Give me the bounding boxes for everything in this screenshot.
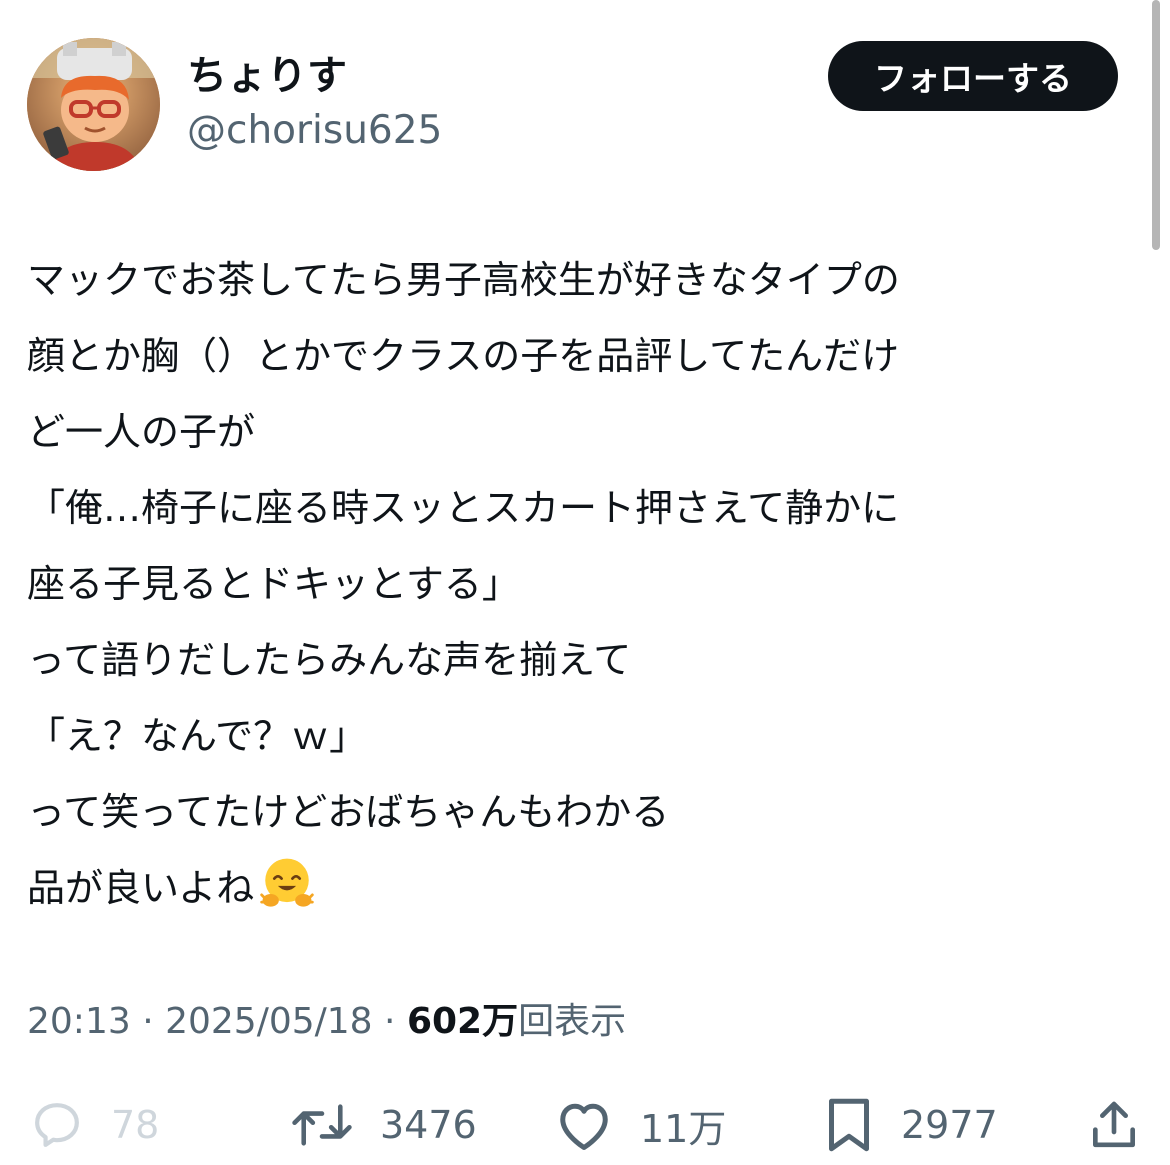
bookmark-icon [829,1098,869,1152]
tweet-line: って語りだしたらみんな声を揃えて [27,638,632,682]
avatar-icon [27,38,160,171]
action-bar: 78 3476 11万 2977 [0,1090,1170,1160]
share-button[interactable] [1086,1090,1142,1160]
retweet-count: 3476 [380,1103,477,1147]
scrollbar[interactable] [1152,0,1160,250]
bookmark-count: 2977 [901,1103,998,1147]
tweet-meta: 20:13 · 2025/05/18 · 602万回表示 [27,996,626,1048]
reply-icon [35,1103,79,1147]
like-button[interactable]: 11万 [554,1090,726,1160]
like-count: 11万 [640,1106,727,1151]
hugging-face-emoji [260,858,314,907]
views-label: 回表示 [518,1001,627,1042]
tweet-line: って笑ってたけどおばちゃんもわかる [27,790,670,834]
retweet-button[interactable]: 3476 [290,1090,477,1160]
tweet-line-last: 品が良いよね [27,850,1147,926]
tweet-line: 座る子見るとドキッとする」 [27,562,520,606]
views-count: 602万 [406,1001,519,1042]
share-icon [1093,1101,1135,1148]
tweet-line: 「え？なんで？ｗ」 [27,714,368,758]
tweet-line: ど一人の子が [27,410,256,454]
tweet-time[interactable]: 20:13 [27,1001,131,1042]
tweet-line: 顔とか胸（）とかでクラスの子を品評してたんだけ [27,334,900,378]
reply-button[interactable]: 78 [29,1090,159,1160]
retweet-icon [292,1104,352,1146]
tweet-line: マックでお茶してたら男子高校生が好きなタイプの [27,258,900,302]
heart-icon [560,1103,608,1150]
reply-count: 78 [111,1103,160,1147]
follow-button[interactable]: フォローする [828,41,1118,111]
tweet-text: マックでお茶してたら男子高校生が好きなタイプの 顔とか胸（）とかでクラスの子を品… [27,242,1147,926]
avatar[interactable] [27,38,160,171]
meta-separator: · [130,1001,166,1042]
bookmark-button[interactable]: 2977 [823,1090,998,1160]
handle[interactable]: @chorisu625 [187,106,442,156]
meta-separator: · [372,1001,407,1042]
tweet-line: 「俺…椅子に座る時スッとスカート押さえて静かに [27,486,900,530]
display-name[interactable]: ちょりす [187,50,347,102]
tweet-date[interactable]: 2025/05/18 [165,1001,373,1042]
tweet-line-text: 品が良いよね [27,866,255,910]
